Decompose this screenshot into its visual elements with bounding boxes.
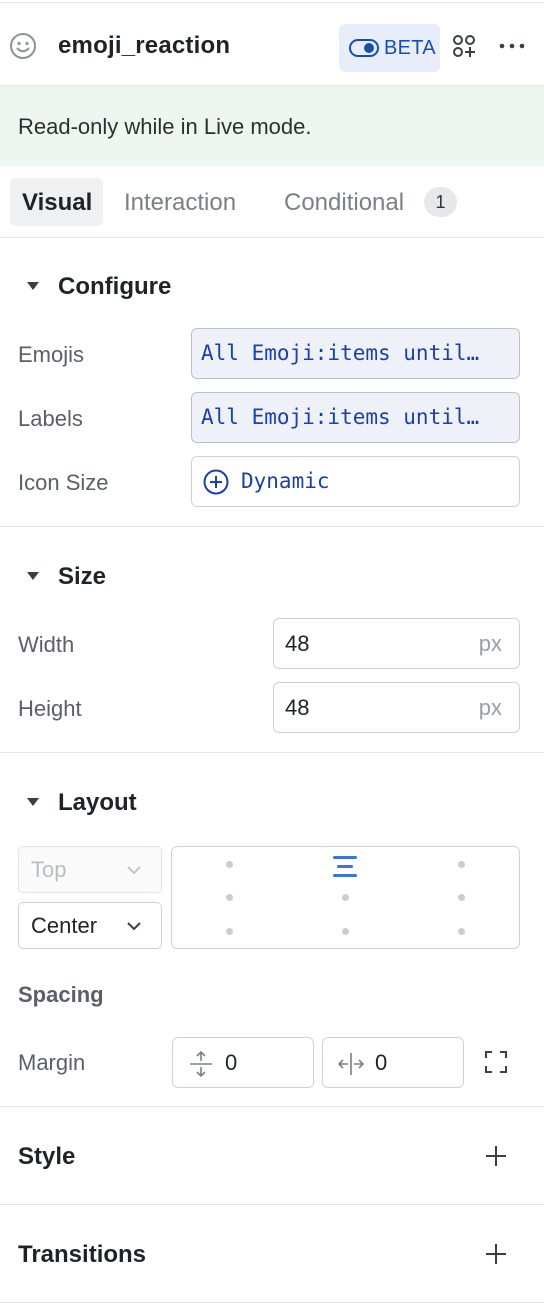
section-divider xyxy=(0,1204,544,1205)
align-bottom-center[interactable] xyxy=(342,928,349,935)
width-label: Width xyxy=(18,632,75,657)
component-title: emoji_reaction xyxy=(58,32,231,59)
spacing-heading: Spacing xyxy=(18,982,104,1007)
icon-size-value: Dynamic xyxy=(241,469,330,493)
section-divider xyxy=(0,1106,544,1107)
configure-section-title[interactable]: Configure xyxy=(58,273,171,301)
margin-horizontal-value: 0 xyxy=(375,1050,388,1075)
icon-size-label: Icon Size xyxy=(18,470,109,495)
tab-visual-label: Visual xyxy=(22,189,93,216)
caret-down-icon[interactable] xyxy=(26,571,40,581)
layout-section-title[interactable]: Layout xyxy=(58,789,137,817)
add-circle-icon xyxy=(203,469,229,495)
conditional-count-badge: 1 xyxy=(424,187,457,217)
width-unit: px xyxy=(478,631,502,656)
align-top-left[interactable] xyxy=(226,861,233,868)
tab-visual[interactable]: Visual xyxy=(10,178,103,226)
transitions-section-title[interactable]: Transitions xyxy=(18,1241,146,1269)
apps-icon[interactable] xyxy=(452,34,476,58)
labels-label: Labels xyxy=(18,406,83,431)
height-input[interactable]: 48 px xyxy=(273,682,520,733)
chevron-down-icon xyxy=(127,922,141,931)
align-middle-left[interactable] xyxy=(226,894,233,901)
tabs-divider xyxy=(0,237,544,238)
margin-label: Margin xyxy=(18,1050,86,1075)
live-mode-banner: Read-only while in Live mode. xyxy=(0,86,544,166)
add-style-icon[interactable] xyxy=(485,1145,507,1167)
labels-binding-field[interactable]: All Emoji:items until… xyxy=(191,392,520,443)
emojis-binding-value: All Emoji:items until… xyxy=(201,341,480,365)
add-transition-icon[interactable] xyxy=(485,1243,507,1265)
align-top-right[interactable] xyxy=(458,861,465,868)
emojis-binding-field[interactable]: All Emoji:items until… xyxy=(191,328,520,379)
vertical-align-value: Top xyxy=(31,857,67,882)
width-value: 48 xyxy=(285,631,310,656)
expand-margins-icon[interactable] xyxy=(484,1050,508,1074)
section-divider xyxy=(0,1302,544,1303)
caret-down-icon[interactable] xyxy=(26,797,40,807)
caret-down-icon[interactable] xyxy=(26,281,40,291)
width-input[interactable]: 48 px xyxy=(273,618,520,669)
margin-vertical-value: 0 xyxy=(225,1050,238,1075)
horizontal-spacing-icon xyxy=(337,1053,365,1075)
vertical-spacing-icon xyxy=(190,1050,212,1078)
vertical-align-select[interactable]: Top xyxy=(18,846,162,893)
beta-label: BETA xyxy=(384,37,436,59)
align-bottom-left[interactable] xyxy=(226,928,233,935)
align-bottom-right[interactable] xyxy=(458,928,465,935)
section-divider xyxy=(0,526,544,527)
size-section-title[interactable]: Size xyxy=(58,563,106,591)
more-icon[interactable] xyxy=(498,34,526,58)
banner-text: Read-only while in Live mode. xyxy=(18,114,312,139)
margin-vertical-input[interactable]: 0 xyxy=(172,1037,314,1088)
align-middle-right[interactable] xyxy=(458,894,465,901)
style-section-title[interactable]: Style xyxy=(18,1143,75,1171)
horizontal-align-value: Center xyxy=(31,913,98,938)
emojis-label: Emojis xyxy=(18,342,85,367)
horizontal-align-select[interactable]: Center xyxy=(18,902,162,949)
chevron-down-icon xyxy=(127,866,141,875)
toggle-icon xyxy=(349,39,379,57)
align-top-center-active-icon[interactable] xyxy=(331,855,359,879)
tab-conditional[interactable]: Conditional xyxy=(284,189,404,217)
inspector-header: emoji_reaction BETA xyxy=(0,4,544,85)
labels-binding-value: All Emoji:items until… xyxy=(201,405,480,429)
alignment-grid[interactable] xyxy=(171,846,520,949)
icon-size-field[interactable]: Dynamic xyxy=(191,456,520,507)
section-divider xyxy=(0,752,544,753)
align-middle-center[interactable] xyxy=(342,894,349,901)
height-label: Height xyxy=(18,696,82,721)
margin-horizontal-input[interactable]: 0 xyxy=(322,1037,464,1088)
height-unit: px xyxy=(478,695,502,720)
height-value: 48 xyxy=(285,695,310,720)
top-divider xyxy=(0,2,544,3)
beta-badge[interactable]: BETA xyxy=(339,24,440,72)
tab-interaction[interactable]: Interaction xyxy=(124,189,236,217)
emoji-face-icon xyxy=(10,33,36,59)
